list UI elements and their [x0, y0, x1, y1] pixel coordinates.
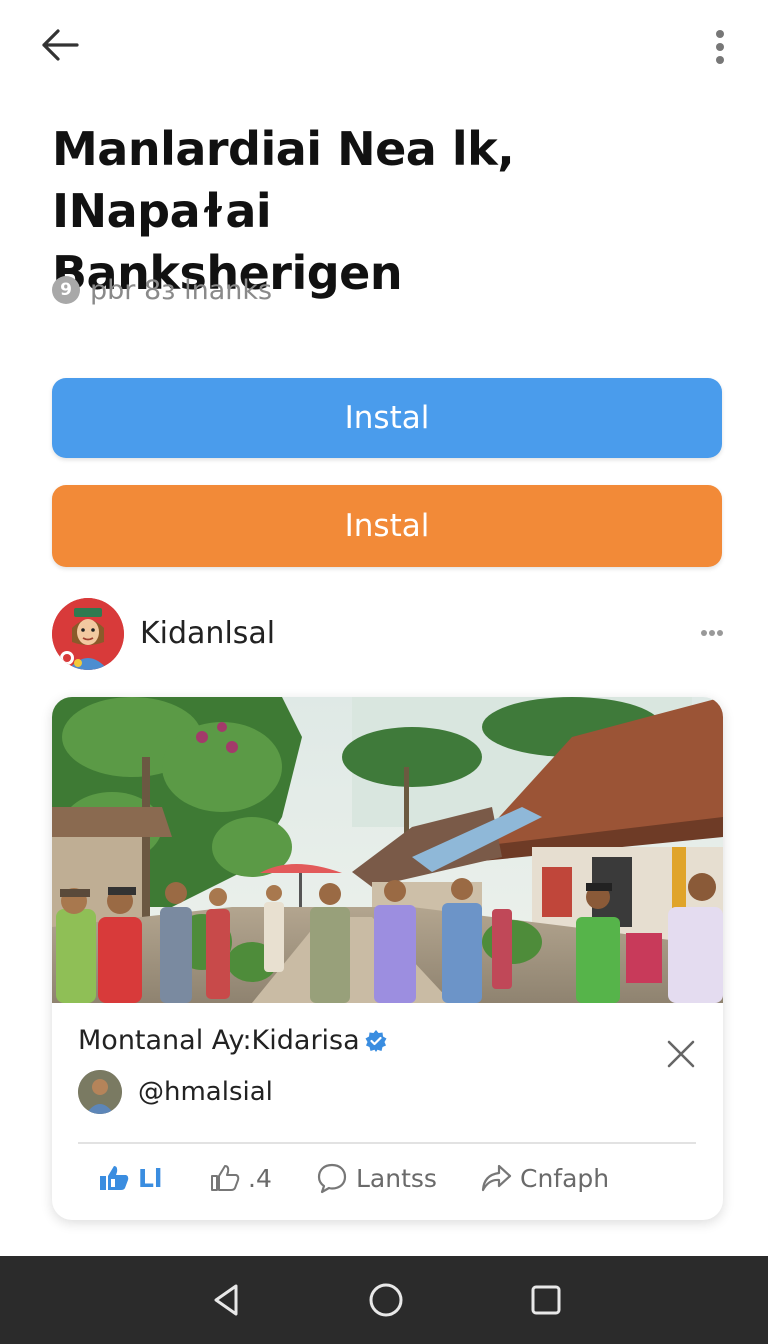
- post-user-row: @hmalsial: [78, 1069, 273, 1115]
- author-more-button[interactable]: [692, 618, 732, 648]
- horizontal-dots-icon: [701, 630, 723, 636]
- arrow-left-icon: [42, 29, 79, 61]
- post-actions: Ll .4 Lantss Cnfaph: [78, 1157, 698, 1199]
- verified-badge-icon: [365, 1029, 387, 1052]
- avatar[interactable]: [52, 598, 124, 670]
- meta-text: pbr 8ɜ lnanks: [90, 274, 273, 306]
- post-title: Montanal Ay:Kidarisa: [78, 1025, 388, 1056]
- like-button[interactable]: Ll: [98, 1157, 163, 1199]
- close-button[interactable]: [658, 1031, 704, 1077]
- share-button[interactable]: Cnfaph: [480, 1157, 609, 1199]
- divider: [78, 1142, 696, 1144]
- nav-home-button[interactable]: [364, 1278, 408, 1322]
- system-nav-bar: [0, 1256, 768, 1344]
- post-title-text: Montanal Ay:Kidarisa: [78, 1025, 360, 1056]
- thumbs-up-button[interactable]: .4: [210, 1157, 272, 1199]
- article-meta: 9 pbr 8ɜ lnanks: [52, 272, 272, 308]
- comment-button[interactable]: Lantss: [316, 1157, 437, 1199]
- triangle-back-icon: [214, 1284, 238, 1316]
- info-icon: 9: [52, 276, 80, 304]
- post-image[interactable]: [52, 697, 723, 1003]
- back-button[interactable]: [34, 22, 84, 68]
- avatar[interactable]: [78, 1070, 122, 1114]
- share-icon: [481, 1164, 512, 1192]
- nav-back-button[interactable]: [204, 1278, 248, 1322]
- author-name[interactable]: Kidanlsal: [140, 616, 275, 651]
- vertical-dots-icon: [716, 30, 724, 64]
- square-recents-icon: [531, 1285, 561, 1315]
- overflow-menu-button[interactable]: [700, 24, 740, 70]
- top-app-bar: [0, 0, 768, 92]
- close-icon: [667, 1040, 695, 1068]
- post-user-handle[interactable]: @hmalsial: [138, 1077, 273, 1107]
- post-card: Montanal Ay:Kidarisa @hmalsial Ll .4 Lan…: [52, 697, 723, 1220]
- nav-recents-button[interactable]: [524, 1278, 568, 1322]
- install-button-primary[interactable]: Instal: [52, 378, 722, 458]
- share-label: Cnfaph: [520, 1163, 610, 1193]
- like-icon: [100, 1166, 129, 1190]
- page-title-line-1: Manlardiai Nea lk, INapaɫai: [52, 122, 515, 238]
- thumbs-up-icon: [211, 1165, 240, 1191]
- like-label: Ll: [138, 1163, 163, 1193]
- author-row: Kidanlsal: [52, 598, 732, 672]
- circle-home-icon: [369, 1283, 403, 1317]
- thumbs-up-count: .4: [248, 1163, 272, 1193]
- comment-label: Lantss: [356, 1163, 437, 1193]
- install-button-secondary[interactable]: Instal: [52, 485, 722, 567]
- comment-icon: [317, 1163, 347, 1194]
